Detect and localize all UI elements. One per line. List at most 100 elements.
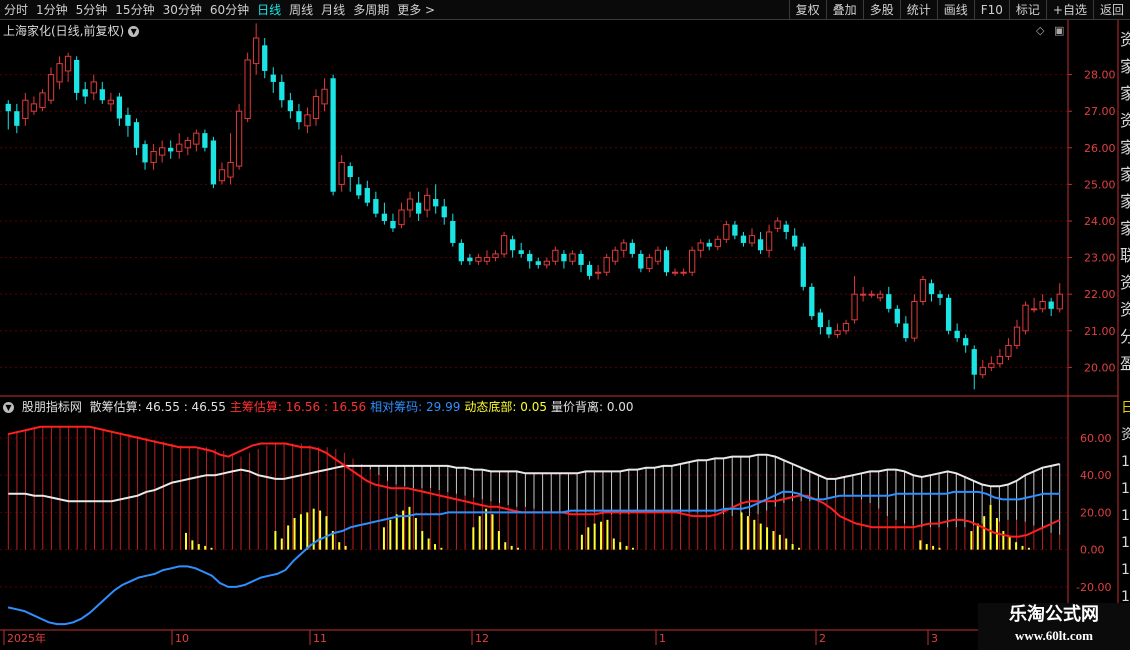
period-tab[interactable]: 1分钟 <box>32 0 72 20</box>
candle-body-down <box>364 188 370 203</box>
candle-body-down <box>14 111 20 126</box>
candle-body-up <box>620 242 627 251</box>
toolbar-button[interactable]: 返回 <box>1092 0 1130 20</box>
candle-body-down <box>809 286 815 317</box>
candle-body-down <box>1048 301 1054 309</box>
indicator-values: 散筹估算: 46.55 : 46.55 主筹估算: 16.56 : 16.56 相对… <box>90 400 638 414</box>
candle-body-up <box>304 114 311 127</box>
toolbar-button[interactable]: F10 <box>973 0 1009 20</box>
candle-body-down <box>210 140 217 185</box>
toolbar-button[interactable]: 复权 <box>788 0 826 20</box>
candle-body-up <box>868 293 875 296</box>
candle-body-up <box>492 253 499 259</box>
period-tab[interactable]: 60分钟 <box>206 0 253 20</box>
candle-body-down <box>894 308 900 324</box>
candle-body-down <box>638 253 644 269</box>
main-chip-line <box>7 425 1061 538</box>
chart-title: 上海家化(日线,前复权) ▼ <box>3 22 140 39</box>
candle-body-down <box>330 78 336 192</box>
period-tab[interactable]: 15分钟 <box>111 0 158 20</box>
period-tab[interactable]: 多周期 <box>349 0 393 20</box>
candle-body-up <box>218 169 226 182</box>
candle-body-up <box>996 355 1004 365</box>
date-tick-label: 11 <box>313 632 327 645</box>
candle-body-down <box>99 89 105 101</box>
candle-body-down <box>586 264 593 276</box>
toolbar-button[interactable]: 多股 <box>862 0 900 20</box>
sidebar-glyph: 日 <box>1121 400 1130 416</box>
candle-body-down <box>82 89 88 97</box>
period-tab[interactable]: 5分钟 <box>72 0 112 20</box>
candle-body-up <box>475 257 482 262</box>
date-tick-label: 1 <box>659 632 666 645</box>
candle-body-up <box>851 293 858 321</box>
indicator-value: 散筹估算: 46.55 : 46.55 <box>89 400 226 414</box>
period-tab[interactable]: 更多 > <box>393 0 439 20</box>
price-tick-label: 23.00 <box>1084 252 1116 265</box>
candle-body-down <box>279 81 285 101</box>
candle-body-down <box>740 235 747 243</box>
candle-body-down <box>270 74 276 82</box>
period-tabs: 分时 1分钟 5分钟 15分钟 30分钟 60分钟 日线 周线 月线 多周期 更多 > <box>0 0 439 20</box>
watermark-title: 乐淘公式网 <box>1009 604 1099 625</box>
candle-body-up <box>47 74 55 101</box>
sidebar-glyph: 家 <box>1120 165 1130 184</box>
candle-body-down <box>262 45 268 71</box>
candle-body-up <box>312 96 320 120</box>
candle-body-up <box>603 257 610 273</box>
candle-body-up <box>398 209 405 226</box>
sidebar-glyph: 资 <box>1121 427 1130 443</box>
candle-body-up <box>338 161 345 185</box>
candle-body-down <box>467 257 473 262</box>
window-toggle-icon[interactable]: ▣ <box>1054 24 1064 37</box>
candle-body-down <box>415 202 422 214</box>
date-tick-label: 2 <box>819 632 826 645</box>
candle-body-up <box>423 194 431 211</box>
price-tick-label: 21.00 <box>1084 325 1116 338</box>
candle-body-up <box>859 293 867 296</box>
sidebar-glyph: 盈 <box>1120 354 1130 373</box>
candle-body-up <box>543 260 550 266</box>
period-tab[interactable]: 分时 <box>0 0 32 20</box>
period-tab[interactable]: 日线 <box>253 0 285 20</box>
toolbar-button[interactable]: 画线 <box>936 0 974 20</box>
sidebar-glyph: 家 <box>1120 192 1130 211</box>
indicator-value: 主筹估算: 16.56 : 16.56 <box>229 400 367 414</box>
sidebar-glyph: 家 <box>1120 84 1130 103</box>
candle-body-down <box>356 184 362 196</box>
candle-body-up <box>30 103 38 112</box>
watermark-url: www.60lt.com <box>1015 628 1093 643</box>
candle-body-down <box>116 96 123 119</box>
relative-chip-line <box>7 490 1060 626</box>
period-tab[interactable]: 30分钟 <box>159 0 206 20</box>
candle-body-down <box>971 349 977 375</box>
period-tab[interactable]: 月线 <box>317 0 349 20</box>
chevron-down-icon[interactable]: ▼ <box>128 26 140 37</box>
candle-body-up <box>483 257 491 262</box>
period-tab[interactable]: 周线 <box>285 0 317 20</box>
toolbar-button[interactable]: 统计 <box>899 0 937 20</box>
price-tick-label: 20.00 <box>1084 361 1116 374</box>
toolbar-button[interactable]: 叠加 <box>825 0 863 20</box>
chevron-down-icon[interactable]: ▼ <box>3 402 14 413</box>
candle-body-down <box>125 114 131 126</box>
sidebar-glyph: 资 <box>1120 300 1130 319</box>
toolbar-button[interactable]: +自选 <box>1045 0 1093 20</box>
candle-body-down <box>903 323 909 339</box>
diamond-icon[interactable]: ◇ <box>1036 24 1044 37</box>
price-tick-label: 27.00 <box>1084 105 1116 118</box>
candle-body-down <box>74 59 80 93</box>
toolbar-button[interactable]: 标记 <box>1008 0 1046 20</box>
watermark: 乐淘公式网 www.60lt.com <box>978 603 1130 650</box>
candle-body-down <box>433 199 439 207</box>
candle-body-up <box>834 330 841 335</box>
candle-body-up <box>654 249 662 262</box>
period-toolbar: 分时 1分钟 5分钟 15分钟 30分钟 60分钟 日线 周线 月线 多周期 更多 > 复权 叠加 多股… <box>0 0 1130 20</box>
candle-body-up <box>253 37 260 65</box>
candle-body-down <box>954 330 960 339</box>
price-tick-label: 22.00 <box>1084 288 1116 301</box>
candle-body-down <box>963 338 969 346</box>
sidebar-glyph: 家 <box>1120 57 1130 76</box>
candle-body-up <box>697 242 704 251</box>
chart-title-text: 上海家化(日线,前复权) <box>3 24 125 38</box>
